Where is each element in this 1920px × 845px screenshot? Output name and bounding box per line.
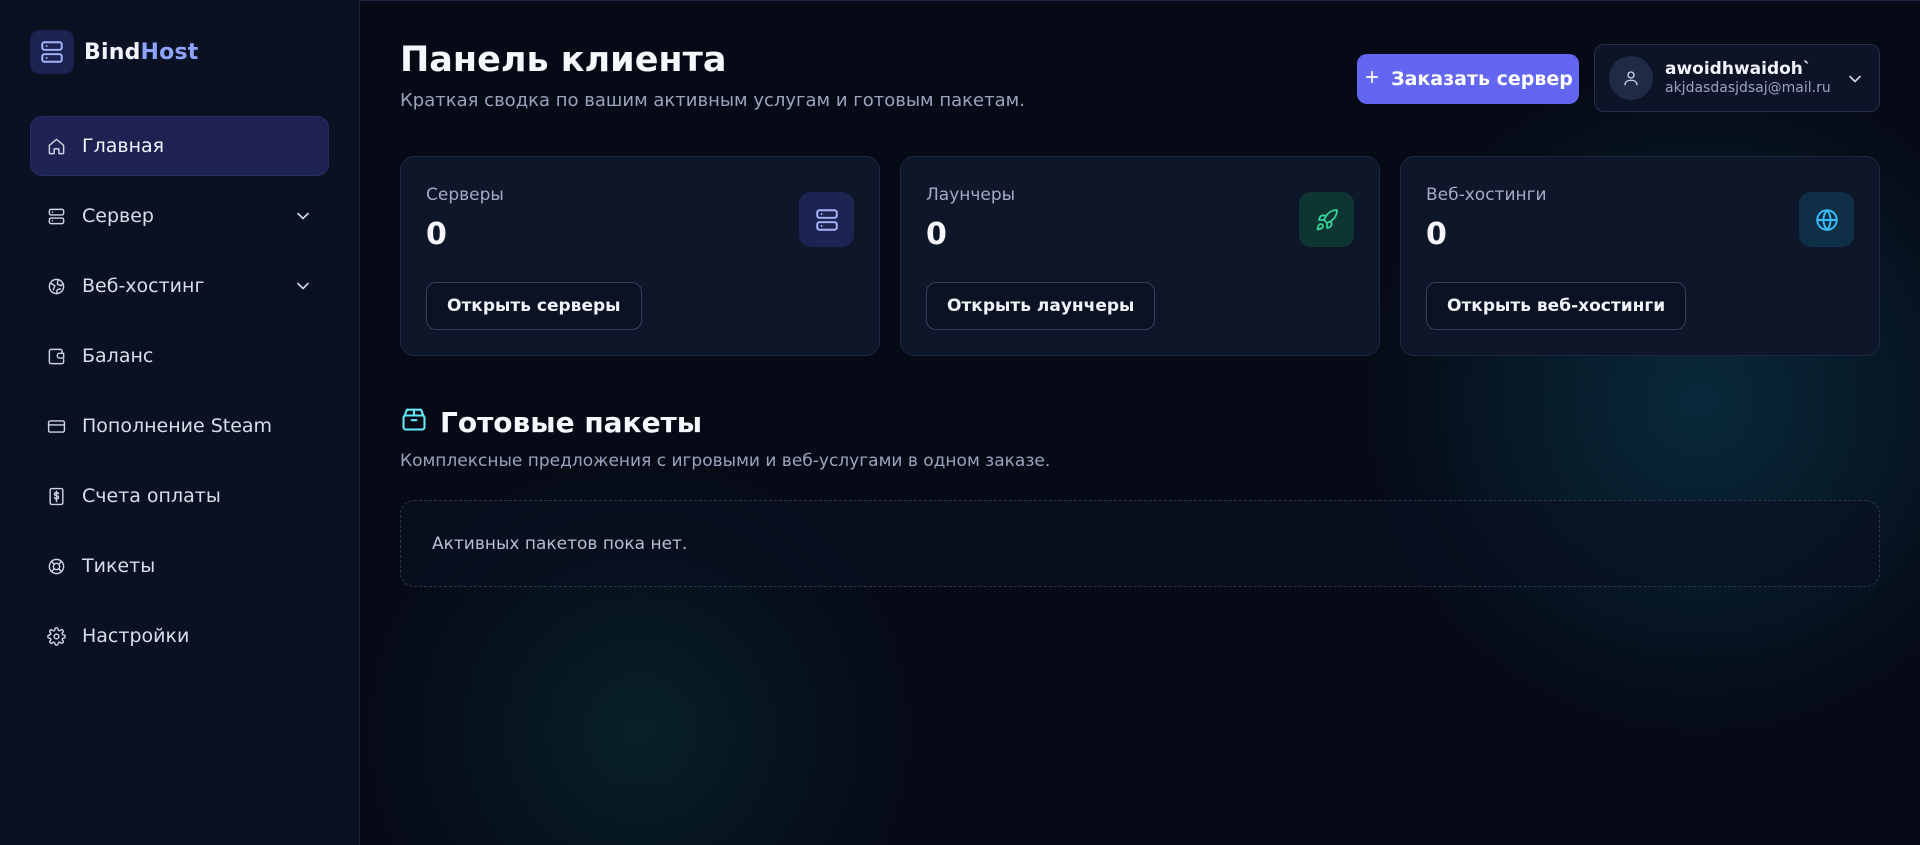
brand-name: BindHost [84,40,198,65]
web-hosting-card: Веб-хостинги 0 Открыть веб-хостинги [1400,156,1880,356]
launchers-card: Лаунчеры 0 Открыть лаунчеры [900,156,1380,356]
user-info: awoidhwaidoh` akjdasdasjdsaj@mail.ru [1665,59,1831,98]
card-value: 0 [926,217,947,252]
wallet-icon [46,346,66,366]
sidebar-item-home[interactable]: Главная [30,116,329,176]
globe-icon [46,276,66,296]
sidebar-item-label: Настройки [82,625,190,647]
card-value: 0 [426,217,447,252]
packages-subtitle: Комплексные предложения с игровыми и веб… [400,451,1051,471]
card-label: Серверы [426,185,504,205]
brand-name-part2: Host [140,39,199,65]
sidebar-item-steam-topup[interactable]: Пополнение Steam [30,396,329,456]
sidebar-item-label: Счета оплаты [82,485,221,507]
brand-name-part1: Bind [84,39,141,65]
card-label: Лаунчеры [926,185,1016,205]
sidebar-item-settings[interactable]: Настройки [30,606,329,666]
sidebar-item-label: Веб-хостинг [82,275,205,297]
lifebuoy-icon [46,556,66,576]
servers-card: Серверы 0 Открыть серверы [400,156,880,356]
page-title: Панель клиента [400,40,727,80]
sidebar-nav: Главная Сервер Веб-хостинг Баланс Пополн… [30,116,329,676]
packages-title: Готовые пакеты [400,405,702,440]
open-servers-button[interactable]: Открыть серверы [426,282,642,330]
home-icon [46,136,66,156]
server-logo-icon [30,30,74,74]
plus-icon [1363,68,1381,91]
packages-empty-state: Активных пакетов пока нет. [400,500,1880,587]
gear-icon [46,626,66,646]
chevron-down-icon [1845,69,1865,89]
card-value: 0 [1426,217,1447,252]
package-icon [400,405,428,440]
sidebar-item-tickets[interactable]: Тикеты [30,536,329,596]
open-web-hosting-button[interactable]: Открыть веб-хостинги [1426,282,1687,330]
user-name: awoidhwaidoh` [1665,58,1812,79]
chevron-down-icon[interactable] [293,276,313,296]
user-email: akjdasdasjdsaj@mail.ru [1665,79,1831,96]
invoice-icon [46,486,66,506]
sidebar-item-web-hosting[interactable]: Веб-хостинг [30,256,329,316]
avatar [1609,56,1653,100]
rocket-icon [1299,192,1354,247]
server-icon [46,206,66,226]
sidebar-item-label: Тикеты [82,555,156,577]
chevron-down-icon[interactable] [293,206,313,226]
open-launchers-button[interactable]: Открыть лаунчеры [926,282,1156,330]
globe-icon [1799,192,1854,247]
card-label: Веб-хостинги [1426,185,1547,205]
sidebar-item-label: Главная [82,135,165,157]
sidebar-item-label: Пополнение Steam [82,415,273,437]
user-icon [1624,71,1638,86]
sidebar-item-server[interactable]: Сервер [30,186,329,246]
page-subtitle: Краткая сводка по вашим активным услугам… [400,90,1025,111]
order-server-button[interactable]: Заказать сервер [1357,54,1579,104]
packages-title-text: Готовые пакеты [440,406,703,439]
summary-cards: Серверы 0 Открыть серверы Лаунчеры 0 Отк… [400,156,1880,356]
credit-card-icon [46,416,66,436]
server-icon [799,192,854,247]
brand[interactable]: BindHost [30,30,198,74]
sidebar-item-label: Баланс [82,345,154,367]
sidebar-item-balance[interactable]: Баланс [30,326,329,386]
sidebar: BindHost Главная Сервер Веб-хостинг Бала… [0,0,360,845]
order-server-label: Заказать сервер [1391,68,1573,90]
user-menu[interactable]: awoidhwaidoh` akjdasdasjdsaj@mail.ru [1594,44,1880,112]
sidebar-item-label: Сервер [82,205,154,227]
sidebar-item-invoices[interactable]: Счета оплаты [30,466,329,526]
